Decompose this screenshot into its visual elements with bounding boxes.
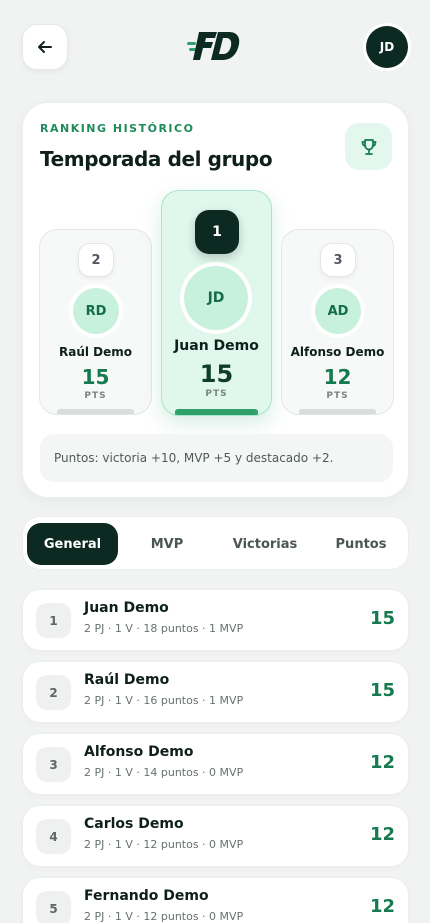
row-rank: 5 [36,891,71,923]
podium-points: 15 [199,360,234,388]
podium-unit: PTS [84,391,107,401]
row-rank: 4 [36,819,71,854]
podium-second-place[interactable]: 2 RD Raúl Demo 15 PTS [39,229,152,415]
trophy-button[interactable] [345,123,392,170]
list-item[interactable]: 3 Alfonso Demo 2 PJ · 1 V · 14 puntos · … [22,733,409,795]
points-rules-note: Puntos: victoria +10, MVP +5 y destacado… [40,434,393,482]
row-stats: 2 PJ · 1 V · 14 puntos · 0 MVP [84,766,244,779]
tab-general[interactable]: General [27,523,118,565]
podium-name: Alfonso Demo [290,345,385,359]
row-rank: 3 [36,747,71,782]
trophy-icon [361,138,376,155]
list-item[interactable]: 5 Fernando Demo 2 PJ · 1 V · 12 puntos ·… [22,877,409,923]
podium-rank: 2 [78,243,114,277]
list-item[interactable]: 1 Juan Demo 2 PJ · 1 V · 18 puntos · 1 M… [22,589,409,651]
ranking-title: Temporada del grupo [40,147,273,171]
ranking-eyebrow: RANKING HISTÓRICO [40,122,195,135]
row-name: Raúl Demo [84,672,170,688]
avatar: JD [184,266,248,330]
podium-bar [175,409,258,415]
row-points: 15 [369,608,395,629]
row-stats: 2 PJ · 1 V · 12 puntos · 0 MVP [84,838,244,851]
row-rank: 1 [36,603,71,638]
row-points: 12 [369,824,395,845]
avatar: AD [315,288,361,334]
row-name: Fernando Demo [84,888,209,904]
app-logo [187,28,243,64]
row-stats: 2 PJ · 1 V · 12 puntos · 0 MVP [84,910,244,923]
row-points: 12 [369,752,395,773]
podium-bar [299,409,376,414]
arrow-left-icon [38,41,52,53]
podium-third-place[interactable]: 3 AD Alfonso Demo 12 PTS [281,229,394,415]
podium-name: Juan Demo [174,338,259,354]
podium-unit: PTS [326,391,349,401]
list-item[interactable]: 2 Raúl Demo 2 PJ · 1 V · 16 puntos · 1 M… [22,661,409,723]
podium-rank: 3 [320,243,356,277]
row-stats: 2 PJ · 1 V · 18 puntos · 1 MVP [84,622,244,635]
ranking-card: RANKING HISTÓRICO Temporada del grupo 2 … [22,102,409,498]
top-bar: JD [0,0,430,90]
podium-bar [57,409,134,414]
row-name: Alfonso Demo [84,744,194,760]
podium-unit: PTS [205,389,228,399]
row-rank: 2 [36,675,71,710]
back-button[interactable] [22,24,68,70]
ranking-tabs: General MVP Victorias Puntos [22,516,409,570]
row-name: Carlos Demo [84,816,184,832]
podium-points: 15 [81,365,110,389]
user-avatar[interactable]: JD [366,26,408,68]
avatar: RD [73,288,119,334]
list-item[interactable]: 4 Carlos Demo 2 PJ · 1 V · 12 puntos · 0… [22,805,409,867]
row-stats: 2 PJ · 1 V · 16 puntos · 1 MVP [84,694,244,707]
tab-puntos[interactable]: Puntos [319,523,403,565]
row-name: Juan Demo [84,600,169,616]
row-points: 15 [369,680,395,701]
podium-name: Raúl Demo [58,345,133,359]
podium-points: 12 [323,365,352,389]
podium-rank: 1 [195,210,239,254]
row-points: 12 [369,896,395,917]
tab-mvp[interactable]: MVP [127,523,207,565]
tab-victorias[interactable]: Victorias [219,523,311,565]
podium-first-place[interactable]: 1 JD Juan Demo 15 PTS [161,190,272,416]
